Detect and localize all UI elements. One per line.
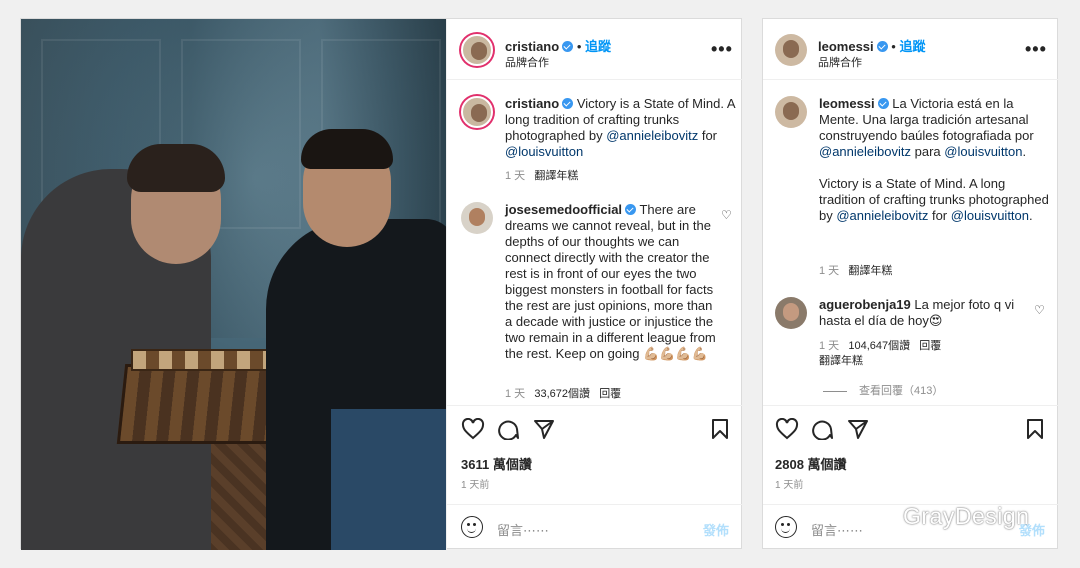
post-header: leomessi • 追蹤 品牌合作 ••• [763, 19, 1059, 80]
caption: cristiano Victory is a State of Mind. A … [505, 96, 735, 160]
comment: josesemedoofficial There are dreams we c… [505, 202, 717, 362]
view-replies[interactable]: 查看回覆（413） [823, 382, 943, 398]
comment-icon[interactable] [811, 418, 833, 440]
more-options-icon[interactable]: ••• [711, 39, 733, 60]
mention-link[interactable]: @annieleibovitz [819, 144, 911, 159]
wechat-logo-icon [850, 508, 886, 532]
likes-count[interactable]: 2808 萬個讚 [775, 454, 847, 473]
paid-partnership-label[interactable]: 品牌合作 [505, 54, 549, 70]
heart-icon[interactable] [775, 418, 799, 440]
comment-time[interactable]: 1 天 [505, 388, 525, 400]
caption-username[interactable]: leomessi [819, 96, 875, 111]
comment-avatar[interactable] [461, 202, 493, 234]
username-link[interactable]: leomessi [818, 39, 874, 54]
post-leomessi: leomessi • 追蹤 品牌合作 ••• leomessi La Victo… [762, 18, 1059, 550]
translate-link[interactable]: 翻譯年糕 [848, 265, 892, 277]
post-header: cristiano • 追蹤 品牌合作 ••• [447, 19, 743, 80]
post-sidebar: leomessi • 追蹤 品牌合作 ••• leomessi La Victo… [763, 19, 1059, 550]
share-icon[interactable] [533, 418, 555, 440]
post-sidebar: cristiano • 追蹤 品牌合作 ••• cristiano Victor… [446, 19, 743, 550]
reply-button[interactable]: 回覆 [599, 388, 621, 400]
follow-button[interactable]: 追蹤 [899, 39, 925, 54]
header-username[interactable]: cristiano • 追蹤 [505, 36, 611, 55]
comment-like-heart-icon[interactable]: ♡ [721, 208, 733, 222]
caption-avatar[interactable] [461, 96, 493, 128]
paid-partnership-label[interactable]: 品牌合作 [818, 54, 862, 70]
follow-button[interactable]: 追蹤 [585, 39, 611, 54]
watermark: GrayDesign [903, 503, 1030, 529]
comment-meta: 1 天 33,672個讚 回覆 [505, 385, 621, 401]
caption-username[interactable]: cristiano [505, 96, 559, 111]
caption-avatar[interactable] [775, 96, 807, 128]
comment-time[interactable]: 1 天 [819, 340, 839, 352]
post-cristiano: cristiano • 追蹤 品牌合作 ••• cristiano Victor… [20, 18, 743, 550]
caption-time[interactable]: 1 天 [505, 170, 525, 182]
reply-button[interactable]: 回覆 [919, 340, 941, 352]
bookmark-icon[interactable] [711, 418, 729, 440]
comment-avatar[interactable] [775, 297, 807, 329]
emoji-icon[interactable] [461, 516, 483, 538]
comment: aguerobenja19 La mejor foto q vi hasta e… [819, 297, 1029, 329]
post-timestamp[interactable]: 1 天前 [775, 476, 803, 491]
comment-input-row: 留言⋯⋯ 發佈 [447, 504, 743, 550]
header-username[interactable]: leomessi • 追蹤 [818, 36, 925, 55]
caption-meta: 1 天 翻譯年糕 [505, 167, 578, 183]
mention-link[interactable]: @annieleibovitz [606, 128, 698, 143]
caption-text: . [1029, 208, 1033, 223]
action-bar [447, 405, 743, 451]
caption-time[interactable]: 1 天 [819, 265, 839, 277]
caption: leomessi La Victoria está en la Mente. U… [819, 96, 1051, 224]
action-bar [763, 405, 1059, 451]
translate-link[interactable]: 翻譯年糕 [819, 352, 863, 368]
page: cristiano • 追蹤 品牌合作 ••• cristiano Victor… [0, 0, 1080, 568]
comment-username[interactable]: aguerobenja19 [819, 297, 911, 312]
comment-meta: 1 天 104,647個讚 回覆 [819, 337, 941, 353]
comment-username[interactable]: josesemedoofficial [505, 202, 622, 217]
caption-text: for [931, 208, 948, 223]
comment-input[interactable]: 留言⋯⋯ [497, 520, 549, 539]
comment-likes[interactable]: 104,647個讚 [848, 340, 910, 352]
post-photo[interactable] [21, 19, 446, 550]
comment-icon[interactable] [497, 418, 519, 440]
verified-icon [562, 41, 574, 52]
username-link[interactable]: cristiano [505, 39, 559, 54]
avatar[interactable] [461, 34, 493, 66]
heart-icon[interactable] [461, 418, 485, 440]
post-timestamp[interactable]: 1 天前 [461, 476, 489, 491]
bookmark-icon[interactable] [1026, 418, 1044, 440]
mention-link[interactable]: @annieleibovitz [836, 208, 928, 223]
mention-link[interactable]: @louisvuitton [944, 144, 1022, 159]
separator-dot: • [576, 39, 585, 54]
verified-icon [562, 98, 574, 109]
verified-icon [625, 204, 637, 215]
verified-icon [877, 98, 889, 109]
comment-like-heart-icon[interactable]: ♡ [1034, 303, 1046, 317]
replies-line [823, 390, 847, 392]
share-icon[interactable] [847, 418, 869, 440]
likes-count[interactable]: 3611 萬個讚 [461, 454, 532, 473]
verified-icon [876, 41, 888, 52]
post-comment-button[interactable]: 發佈 [703, 520, 729, 539]
caption-text: para [914, 144, 941, 159]
more-options-icon[interactable]: ••• [1025, 39, 1047, 60]
mention-link[interactable]: @louisvuitton [505, 144, 583, 159]
emoji-icon[interactable] [775, 516, 797, 538]
mention-link[interactable]: @louisvuitton [951, 208, 1029, 223]
view-replies-text[interactable]: 查看回覆（413） [859, 385, 943, 397]
translate-link[interactable]: 翻譯年糕 [534, 170, 578, 182]
caption-text: for [701, 128, 717, 143]
comment-likes[interactable]: 33,672個讚 [534, 388, 590, 400]
avatar[interactable] [775, 34, 807, 66]
caption-text: . [1022, 144, 1027, 159]
comment-text: There are dreams we cannot reveal, but i… [505, 202, 716, 361]
caption-meta: 1 天 翻譯年糕 [819, 262, 892, 278]
